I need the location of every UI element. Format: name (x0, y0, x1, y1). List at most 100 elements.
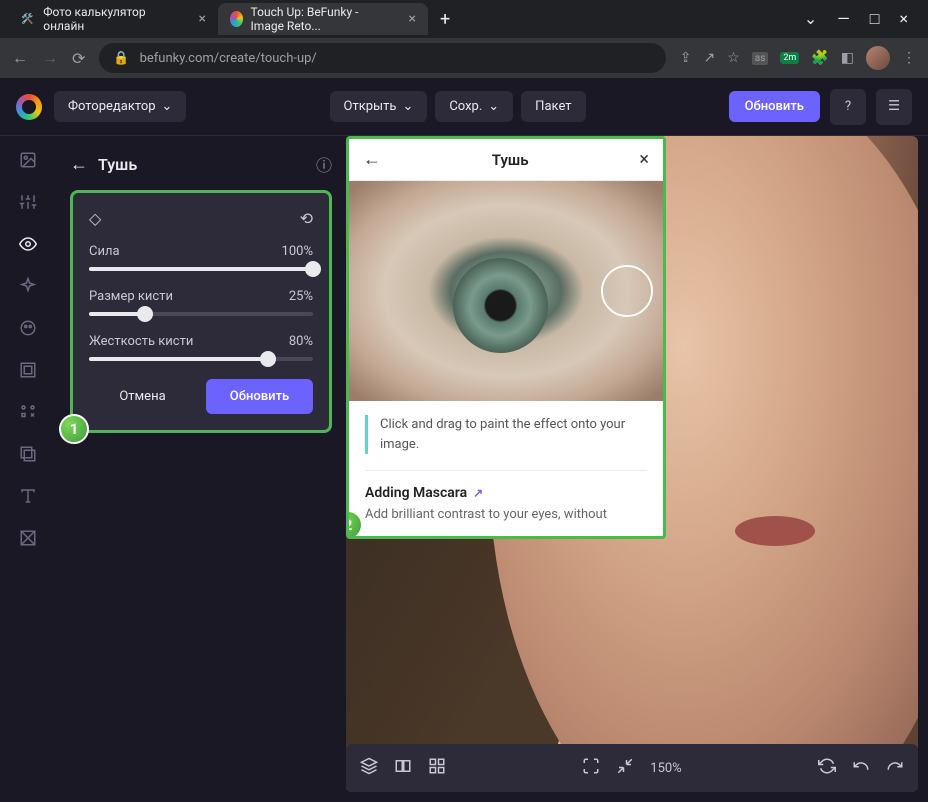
compare-icon[interactable] (394, 757, 412, 779)
tool-image[interactable] (16, 148, 40, 172)
address-bar[interactable]: 🔒 befunky.com/create/touch-up/ (99, 43, 665, 73)
close-icon[interactable]: × (199, 11, 206, 27)
slider-track[interactable] (89, 267, 313, 271)
side-panel: ← Тушь ⓘ ◇ ⟲ Сила100% Размер кисти25% (56, 136, 346, 802)
slider-label: Жесткость кисти (89, 334, 193, 349)
undo-icon[interactable] (852, 757, 870, 779)
close-icon[interactable]: × (899, 9, 908, 29)
chevron-down-icon: ⌄ (162, 99, 173, 114)
tool-textures[interactable] (16, 526, 40, 550)
reset-icon[interactable]: ⟲ (300, 209, 313, 228)
help-popup: ← Тушь × Click and drag to paint the eff… (346, 136, 666, 539)
slider-label: Размер кисти (89, 289, 173, 304)
back-icon[interactable]: ← (363, 149, 381, 170)
divider (365, 470, 647, 471)
app-header: Фоторедактор ⌄ Открыть ⌄ Сохр. ⌄ Пакет О… (0, 78, 928, 136)
cancel-button[interactable]: Отмена (89, 379, 196, 414)
help-button[interactable]: ? (830, 89, 866, 125)
fit-icon[interactable] (616, 757, 634, 779)
upgrade-button[interactable]: Обновить (729, 91, 820, 122)
slider-brush-hardness: Жесткость кисти80% (89, 334, 313, 361)
extensions-icon[interactable]: 🧩 (811, 50, 828, 66)
layers-icon[interactable] (360, 757, 378, 779)
install-icon[interactable]: ⇪ (680, 50, 692, 66)
help-icon: ? (845, 99, 851, 114)
header-right: Обновить ? ☰ (729, 89, 912, 125)
slider-track[interactable] (89, 312, 313, 316)
panel-title: Тушь (98, 155, 306, 174)
ext-as-icon[interactable]: as (752, 52, 769, 65)
slider-thumb[interactable] (305, 261, 321, 277)
tool-rail (0, 136, 56, 802)
profile-avatar[interactable] (866, 46, 890, 70)
star-icon[interactable]: ☆ (727, 50, 740, 66)
eraser-icon[interactable]: ◇ (89, 209, 101, 228)
tool-graphics[interactable] (16, 400, 40, 424)
bb-center: 150% (582, 757, 681, 779)
chevron-down-icon[interactable]: ⌄ (804, 9, 817, 29)
external-link-icon: ↗ (473, 486, 483, 500)
controls-box: ◇ ⟲ Сила100% Размер кисти25% Жесткость к… (70, 190, 332, 433)
popup-link[interactable]: Adding Mascara ↗ (365, 485, 647, 501)
browser-tabs-row: 🛠️ Фото калькулятор онлайн × Touch Up: B… (0, 0, 928, 38)
canvas-area: ← Тушь × Click and drag to paint the eff… (346, 136, 918, 792)
new-tab-button[interactable]: + (428, 9, 462, 30)
tab-favicon-tools: 🛠️ (20, 11, 35, 27)
zoom-value[interactable]: 150% (650, 761, 681, 776)
maximize-icon[interactable]: □ (870, 9, 880, 29)
info-icon[interactable]: ⓘ (316, 152, 332, 176)
tool-artsy[interactable] (16, 316, 40, 340)
rotate-icon[interactable] (818, 757, 836, 779)
fullscreen-icon[interactable] (582, 757, 600, 779)
url-text: befunky.com/create/touch-up/ (140, 51, 317, 66)
tab-title: Фото калькулятор онлайн (43, 5, 182, 33)
slider-thumb[interactable] (260, 351, 276, 367)
slider-value: 100% (282, 244, 313, 259)
hamburger-icon: ☰ (888, 99, 900, 114)
annotation-badge-1: 1 (59, 414, 89, 444)
menu-icon[interactable]: ⋮ (902, 50, 916, 66)
extension-icons: ⇪ ↗ ☆ as 2m 🧩 ◧ ⋮ (680, 46, 916, 70)
menu-button[interactable]: ☰ (876, 89, 912, 125)
browser-tab-1[interactable]: 🛠️ Фото калькулятор онлайн × (8, 3, 218, 35)
tool-effects[interactable] (16, 274, 40, 298)
lock-icon: 🔒 (113, 51, 129, 66)
apply-button[interactable]: Обновить (206, 379, 313, 414)
close-icon[interactable]: × (409, 11, 416, 27)
popup-title: Тушь (381, 151, 639, 169)
browser-tab-2[interactable]: Touch Up: BeFunky - Image Reto... × (218, 3, 428, 35)
browser-addr-row: ← → ⟳ 🔒 befunky.com/create/touch-up/ ⇪ ↗… (0, 38, 928, 78)
back-icon[interactable]: ← (12, 48, 28, 68)
tab-favicon-befunky (230, 11, 243, 27)
chevron-down-icon: ⌄ (488, 99, 499, 114)
tool-text[interactable] (16, 484, 40, 508)
ext-badge[interactable]: 2m (780, 52, 799, 64)
bb-left (360, 757, 446, 779)
popup-body: Click and drag to paint the effect onto … (349, 401, 663, 536)
batch-button[interactable]: Пакет (521, 91, 585, 122)
tool-touchup[interactable] (16, 232, 40, 256)
grid-icon[interactable] (428, 757, 446, 779)
browser-chrome: 🛠️ Фото калькулятор онлайн × Touch Up: B… (0, 0, 928, 78)
slider-thumb[interactable] (137, 306, 153, 322)
share-icon[interactable]: ↗ (703, 50, 715, 66)
slider-track[interactable] (89, 357, 313, 361)
link-title: Adding Mascara (365, 485, 467, 501)
open-button[interactable]: Открыть ⌄ (330, 91, 428, 122)
tool-frames[interactable] (16, 358, 40, 382)
chevron-down-icon: ⌄ (402, 99, 413, 114)
app-root: Фоторедактор ⌄ Открыть ⌄ Сохр. ⌄ Пакет О… (0, 78, 928, 802)
tool-overlays[interactable] (16, 442, 40, 466)
editor-dropdown[interactable]: Фоторедактор ⌄ (54, 91, 186, 122)
minimize-icon[interactable]: — (837, 9, 850, 29)
back-icon[interactable]: ← (70, 154, 88, 175)
tool-adjust[interactable] (16, 190, 40, 214)
reload-icon[interactable]: ⟳ (72, 49, 85, 68)
save-button[interactable]: Сохр. ⌄ (435, 91, 513, 122)
popup-desc: Add brilliant contrast to your eyes, wit… (365, 507, 647, 522)
close-icon[interactable]: × (639, 149, 649, 170)
befunky-logo[interactable] (16, 94, 42, 120)
redo-icon[interactable] (886, 757, 904, 779)
panel-icon[interactable]: ◧ (841, 50, 854, 66)
forward-icon[interactable]: → (42, 48, 58, 68)
